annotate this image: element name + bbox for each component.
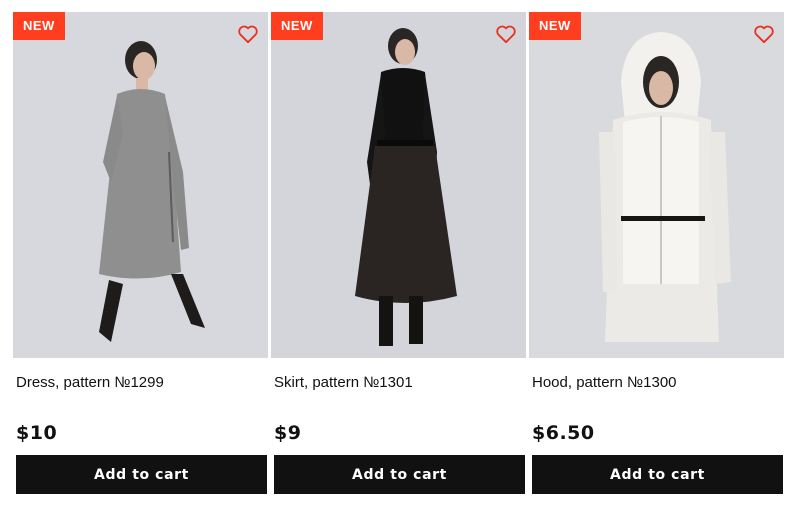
product-price: $10 — [16, 422, 58, 444]
product-title[interactable]: Skirt, pattern №1301 — [274, 374, 413, 391]
new-badge: NEW — [271, 12, 323, 40]
product-image-dress[interactable]: NEW — [13, 12, 268, 358]
product-title[interactable]: Dress, pattern №1299 — [16, 374, 164, 391]
new-badge: NEW — [529, 12, 581, 40]
model-in-white-hood-figure — [599, 32, 731, 342]
product-card-skirt[interactable]: NEW Skirt, pattern №1301 $9 Add to cart — [271, 12, 526, 494]
model-in-black-skirt-figure — [355, 28, 457, 346]
add-to-cart-button[interactable]: Add to cart — [274, 455, 525, 494]
product-price: $9 — [274, 422, 302, 444]
product-price: $6.50 — [532, 422, 595, 444]
heart-outline-icon[interactable] — [495, 24, 517, 44]
model-in-grey-dress-figure — [99, 41, 205, 342]
product-image-hood[interactable]: NEW — [529, 12, 784, 358]
add-to-cart-button[interactable]: Add to cart — [16, 455, 267, 494]
new-badge: NEW — [13, 12, 65, 40]
product-title[interactable]: Hood, pattern №1300 — [532, 374, 677, 391]
product-image-skirt[interactable]: NEW — [271, 12, 526, 358]
product-card-hood[interactable]: NEW Hood, pattern №1300 $6.50 Add to car… — [529, 12, 784, 494]
product-card-dress[interactable]: NEW Dress, pattern №1299 $10 Add to cart — [13, 12, 268, 494]
add-to-cart-button[interactable]: Add to cart — [532, 455, 783, 494]
heart-outline-icon[interactable] — [753, 24, 775, 44]
heart-outline-icon[interactable] — [237, 24, 259, 44]
